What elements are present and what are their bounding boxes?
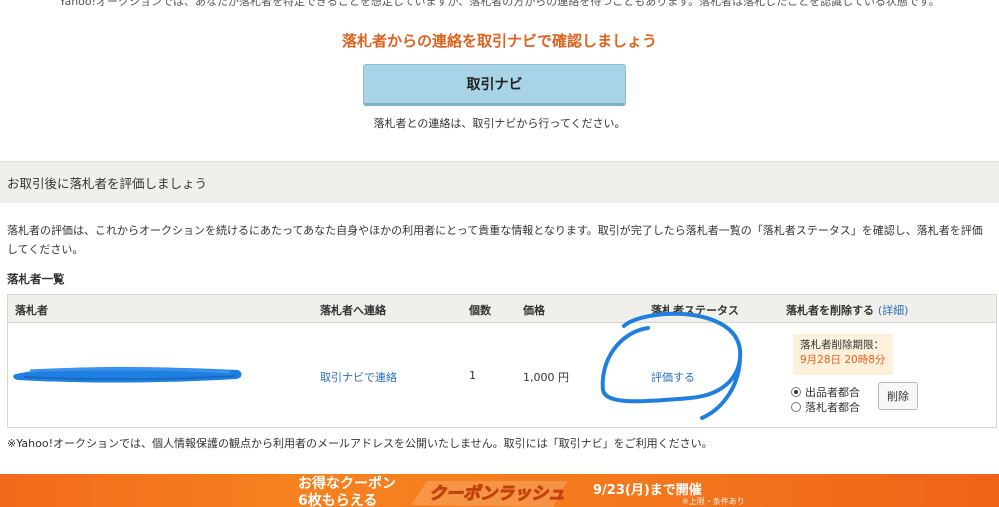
- radio-selected-icon[interactable]: [791, 387, 801, 397]
- deadline-label: 落札者削除期限：: [800, 339, 884, 351]
- delete-winner-button[interactable]: 削除: [878, 382, 918, 410]
- header-delete-label: 落札者を削除する: [786, 304, 874, 317]
- delete-deadline-box: 落札者削除期限： 9月28日 20時8分: [793, 334, 893, 375]
- coupon-rush-logo: クーポンラッシュ: [411, 481, 567, 507]
- banner-coupon-text: お得なクーポン 6枚もらえる: [298, 476, 396, 507]
- coupon-banner[interactable]: お得なクーポン 6枚もらえる クーポンラッシュ 9/23(月)まで開催 ※上限・…: [0, 474, 999, 507]
- reason-seller-label: 出品者都合: [805, 386, 860, 399]
- reason-seller-radio[interactable]: 出品者都合: [791, 384, 860, 400]
- redacted-winner-id: [13, 366, 242, 383]
- reason-winner-radio[interactable]: 落札者都合: [791, 399, 860, 415]
- header-quantity: 個数: [469, 304, 491, 317]
- price-value: 1,000 円: [523, 371, 569, 384]
- delete-button-label: 削除: [887, 390, 909, 403]
- evaluation-description: 落札者の評価は、これからオークションを続けるにあたってあなた自身やほかの利用者に…: [7, 224, 983, 256]
- privacy-note: ※Yahoo!オークションでは、個人情報保護の観点から利用者のメールアドレスを公…: [7, 437, 713, 450]
- radio-unselected-icon[interactable]: [791, 402, 801, 412]
- top-note: Yahoo!オークションでは、あなたが落札者を特定できることを想定していますが、…: [59, 0, 940, 8]
- contact-navi-link[interactable]: 取引ナビで連絡: [320, 369, 397, 385]
- winners-list-title: 落札者一覧: [7, 272, 65, 286]
- deadline-date: 9月28日 20時8分: [800, 354, 886, 366]
- banner-line1: お得なクーポン: [298, 476, 396, 492]
- navi-subtext: 落札者との連絡は、取引ナビから行ってください。: [373, 117, 626, 130]
- table-header: 落札者 落札者へ連絡 個数 価格 落札者ステータス 落札者を削除する (詳細): [8, 295, 996, 323]
- header-winner: 落札者: [15, 304, 48, 317]
- evaluation-band: お取引後に落札者を評価しましょう: [0, 161, 999, 203]
- evaluation-band-title: お取引後に落札者を評価しましょう: [7, 176, 208, 191]
- table-row: 取引ナビで連絡 1 1,000 円 評価する 落札者削除期限： 9月28日 20…: [8, 324, 996, 427]
- contact-heading: 落札者からの連絡を取引ナビで確認しましょう: [341, 32, 657, 50]
- detail-link[interactable]: (詳細): [878, 304, 909, 317]
- winners-table: 落札者 落札者へ連絡 個数 価格 落札者ステータス 落札者を削除する (詳細) …: [7, 294, 997, 428]
- header-status: 落札者ステータス: [651, 304, 739, 317]
- navi-button-label: 取引ナビ: [466, 77, 523, 93]
- header-contact: 落札者へ連絡: [320, 304, 386, 317]
- torihiki-navi-button[interactable]: 取引ナビ: [363, 64, 626, 106]
- quantity-value: 1: [469, 369, 476, 382]
- header-delete: 落札者を削除する (詳細): [786, 302, 908, 318]
- banner-condition: ※上限・条件あり: [682, 497, 745, 506]
- header-price: 価格: [523, 304, 545, 317]
- banner-line2: 6枚もらえる: [298, 493, 378, 507]
- banner-logo-text: クーポンラッシュ: [429, 484, 565, 504]
- reason-winner-label: 落札者都合: [805, 401, 860, 414]
- evaluate-link[interactable]: 評価する: [651, 369, 695, 385]
